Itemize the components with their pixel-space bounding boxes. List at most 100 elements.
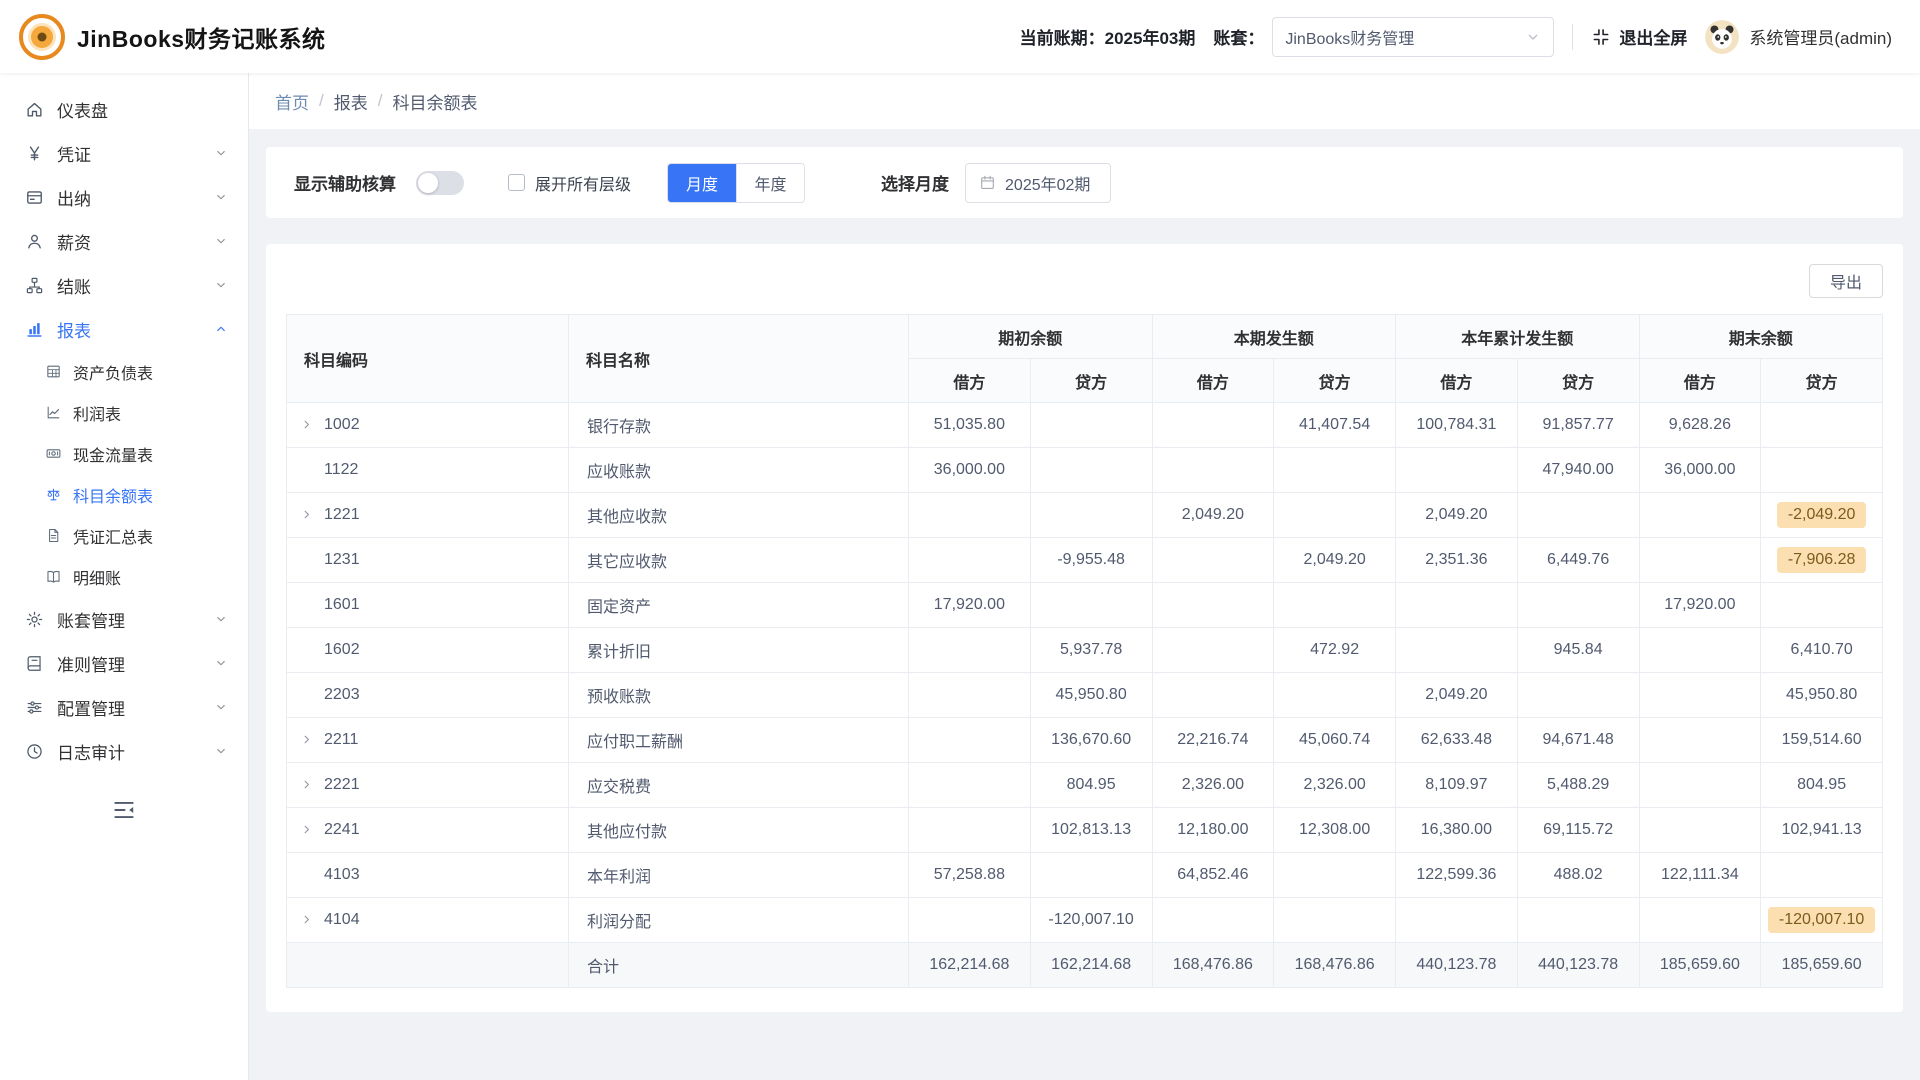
sidebar-item-label: 日志审计 xyxy=(57,739,125,764)
table-row: 1231其它应收款-9,955.482,049.202,351.366,449.… xyxy=(287,538,1883,583)
month-picker-value: 2025年02期 xyxy=(1005,171,1090,195)
sidebar-item-ledger[interactable]: 明细账 xyxy=(0,556,248,597)
expand-row-placeholder xyxy=(300,868,324,881)
sidebar-item-account-set[interactable]: 账套管理 xyxy=(0,597,248,641)
expand-levels-checkbox[interactable]: 展开所有层级 xyxy=(508,171,631,195)
user-menu[interactable]: 系统管理员(admin) xyxy=(1705,20,1892,54)
amount-cell: 6,449.76 xyxy=(1517,538,1639,583)
exit-fullscreen-button[interactable]: 退出全屏 xyxy=(1591,24,1687,49)
table-row: 4103本年利润57,258.8864,852.46122,599.36488.… xyxy=(287,853,1883,898)
amount-cell: 57,258.88 xyxy=(909,853,1031,898)
amount-cell: 41,407.54 xyxy=(1274,403,1396,448)
account-code-cell: 1221 xyxy=(287,493,569,538)
sidebar-item-balance-sheet[interactable]: 资产负债表 xyxy=(0,351,248,392)
amount-cell: 12,180.00 xyxy=(1152,808,1274,853)
account-set-value: JinBooks财务管理 xyxy=(1285,25,1414,49)
expand-row-icon[interactable] xyxy=(300,913,324,926)
account-name-cell: 其他应收款 xyxy=(569,493,909,538)
amount-cell xyxy=(1761,403,1883,448)
amount-cell xyxy=(1639,673,1761,718)
sidebar-item-voucher-summary[interactable]: 凭证汇总表 xyxy=(0,515,248,556)
sidebar-item-payroll[interactable]: 薪资 xyxy=(0,219,248,263)
sidebar-item-config[interactable]: 配置管理 xyxy=(0,685,248,729)
account-code: 4104 xyxy=(324,911,360,928)
table-row: 2211应付职工薪酬136,670.6022,216.7445,060.7462… xyxy=(287,718,1883,763)
total-amount-cell: 168,476.86 xyxy=(1274,943,1396,988)
expand-row-icon[interactable] xyxy=(300,418,324,431)
amount-cell: 2,351.36 xyxy=(1396,538,1518,583)
amount-cell xyxy=(1517,583,1639,628)
account-name-cell: 应收账款 xyxy=(569,448,909,493)
sidebar-item-account-balance[interactable]: 科目余额表 xyxy=(0,474,248,515)
sidebar-collapse-button[interactable] xyxy=(111,797,137,823)
sidebar-item-dashboard[interactable]: 仪表盘 xyxy=(0,87,248,131)
amount-cell xyxy=(1517,898,1639,943)
col-group-closing-balance: 期末余额 xyxy=(1639,315,1883,359)
expand-row-placeholder xyxy=(300,553,324,566)
sidebar-item-closing[interactable]: 结账 xyxy=(0,263,248,307)
account-code: 1002 xyxy=(324,416,360,433)
amount-cell xyxy=(1517,493,1639,538)
sidebar-item-cashier[interactable]: 出纳 xyxy=(0,175,248,219)
expand-row-icon[interactable] xyxy=(300,508,324,521)
amount-cell: 2,049.20 xyxy=(1274,538,1396,583)
amount-cell xyxy=(1396,583,1518,628)
amount-cell: 6,410.70 xyxy=(1761,628,1883,673)
export-button[interactable]: 导出 xyxy=(1809,264,1883,298)
amount-cell: 488.02 xyxy=(1517,853,1639,898)
account-name-cell: 应付职工薪酬 xyxy=(569,718,909,763)
aux-toggle-switch[interactable] xyxy=(416,171,464,195)
sidebar-item-standards[interactable]: 准则管理 xyxy=(0,641,248,685)
sidebar-item-cashflow[interactable]: 现金流量表 xyxy=(0,433,248,474)
total-amount-cell: 162,214.68 xyxy=(909,943,1031,988)
header-right: 当前账期：2025年03期 账套： JinBooks财务管理 退出全屏 系统管理… xyxy=(1020,17,1892,57)
expand-row-placeholder xyxy=(300,688,324,701)
sidebar-item-label: 报表 xyxy=(57,317,91,342)
account-code: 2221 xyxy=(324,776,360,793)
col-header-credit: 贷方 xyxy=(1761,359,1883,403)
sidebar-item-label: 明细账 xyxy=(73,565,121,589)
expand-row-placeholder xyxy=(300,463,324,476)
amount-cell xyxy=(1274,493,1396,538)
amount-cell: 122,111.34 xyxy=(1639,853,1761,898)
sidebar-item-audit[interactable]: 日志审计 xyxy=(0,729,248,773)
table-row: 1601固定资产17,920.0017,920.00 xyxy=(287,583,1883,628)
amount-cell xyxy=(909,673,1031,718)
amount-cell xyxy=(1274,583,1396,628)
amount-cell xyxy=(1761,853,1883,898)
sidebar-item-report[interactable]: 报表 xyxy=(0,307,248,351)
account-code-cell: 1231 xyxy=(287,538,569,583)
amount-cell: 2,049.20 xyxy=(1396,673,1518,718)
amount-cell xyxy=(909,718,1031,763)
expand-row-icon[interactable] xyxy=(300,733,324,746)
amount-cell xyxy=(1030,583,1152,628)
amount-cell: 159,514.60 xyxy=(1761,718,1883,763)
month-picker-input[interactable]: 2025年02期 xyxy=(965,163,1111,203)
amount-cell: 12,308.00 xyxy=(1274,808,1396,853)
table-row: 1002银行存款51,035.8041,407.54100,784.3191,8… xyxy=(287,403,1883,448)
amount-cell: 5,937.78 xyxy=(1030,628,1152,673)
sidebar-item-voucher[interactable]: 凭证 xyxy=(0,131,248,175)
amount-cell: 100,784.31 xyxy=(1396,403,1518,448)
account-set-select[interactable]: JinBooks财务管理 xyxy=(1272,17,1554,57)
account-code: 1122 xyxy=(324,461,358,478)
amount-cell xyxy=(1639,808,1761,853)
amount-cell: 804.95 xyxy=(1030,763,1152,808)
amount-cell xyxy=(1152,628,1274,673)
report-icon xyxy=(25,320,44,339)
sidebar-menu: 仪表盘凭证出纳薪资结账报表资产负债表利润表现金流量表科目余额表凭证汇总表明细账账… xyxy=(0,87,248,773)
account-set: 账套： JinBooks财务管理 xyxy=(1213,17,1554,57)
breadcrumb-home[interactable]: 首页 xyxy=(275,89,309,114)
amount-cell xyxy=(1152,538,1274,583)
yearly-mode-button[interactable]: 年度 xyxy=(736,164,804,202)
amount-cell xyxy=(909,493,1031,538)
monthly-mode-button[interactable]: 月度 xyxy=(668,164,736,202)
table-row: 2221应交税费804.952,326.002,326.008,109.975,… xyxy=(287,763,1883,808)
amount-cell: 51,035.80 xyxy=(909,403,1031,448)
expand-row-icon[interactable] xyxy=(300,778,324,791)
table-row: 1602累计折旧5,937.78472.92945.846,410.70 xyxy=(287,628,1883,673)
amount-cell: -2,049.20 xyxy=(1761,493,1883,538)
expand-row-icon[interactable] xyxy=(300,823,324,836)
header-group-row: 科目编码 科目名称 期初余额 本期发生额 本年累计发生额 期末余额 xyxy=(287,315,1883,359)
sidebar-item-profit[interactable]: 利润表 xyxy=(0,392,248,433)
